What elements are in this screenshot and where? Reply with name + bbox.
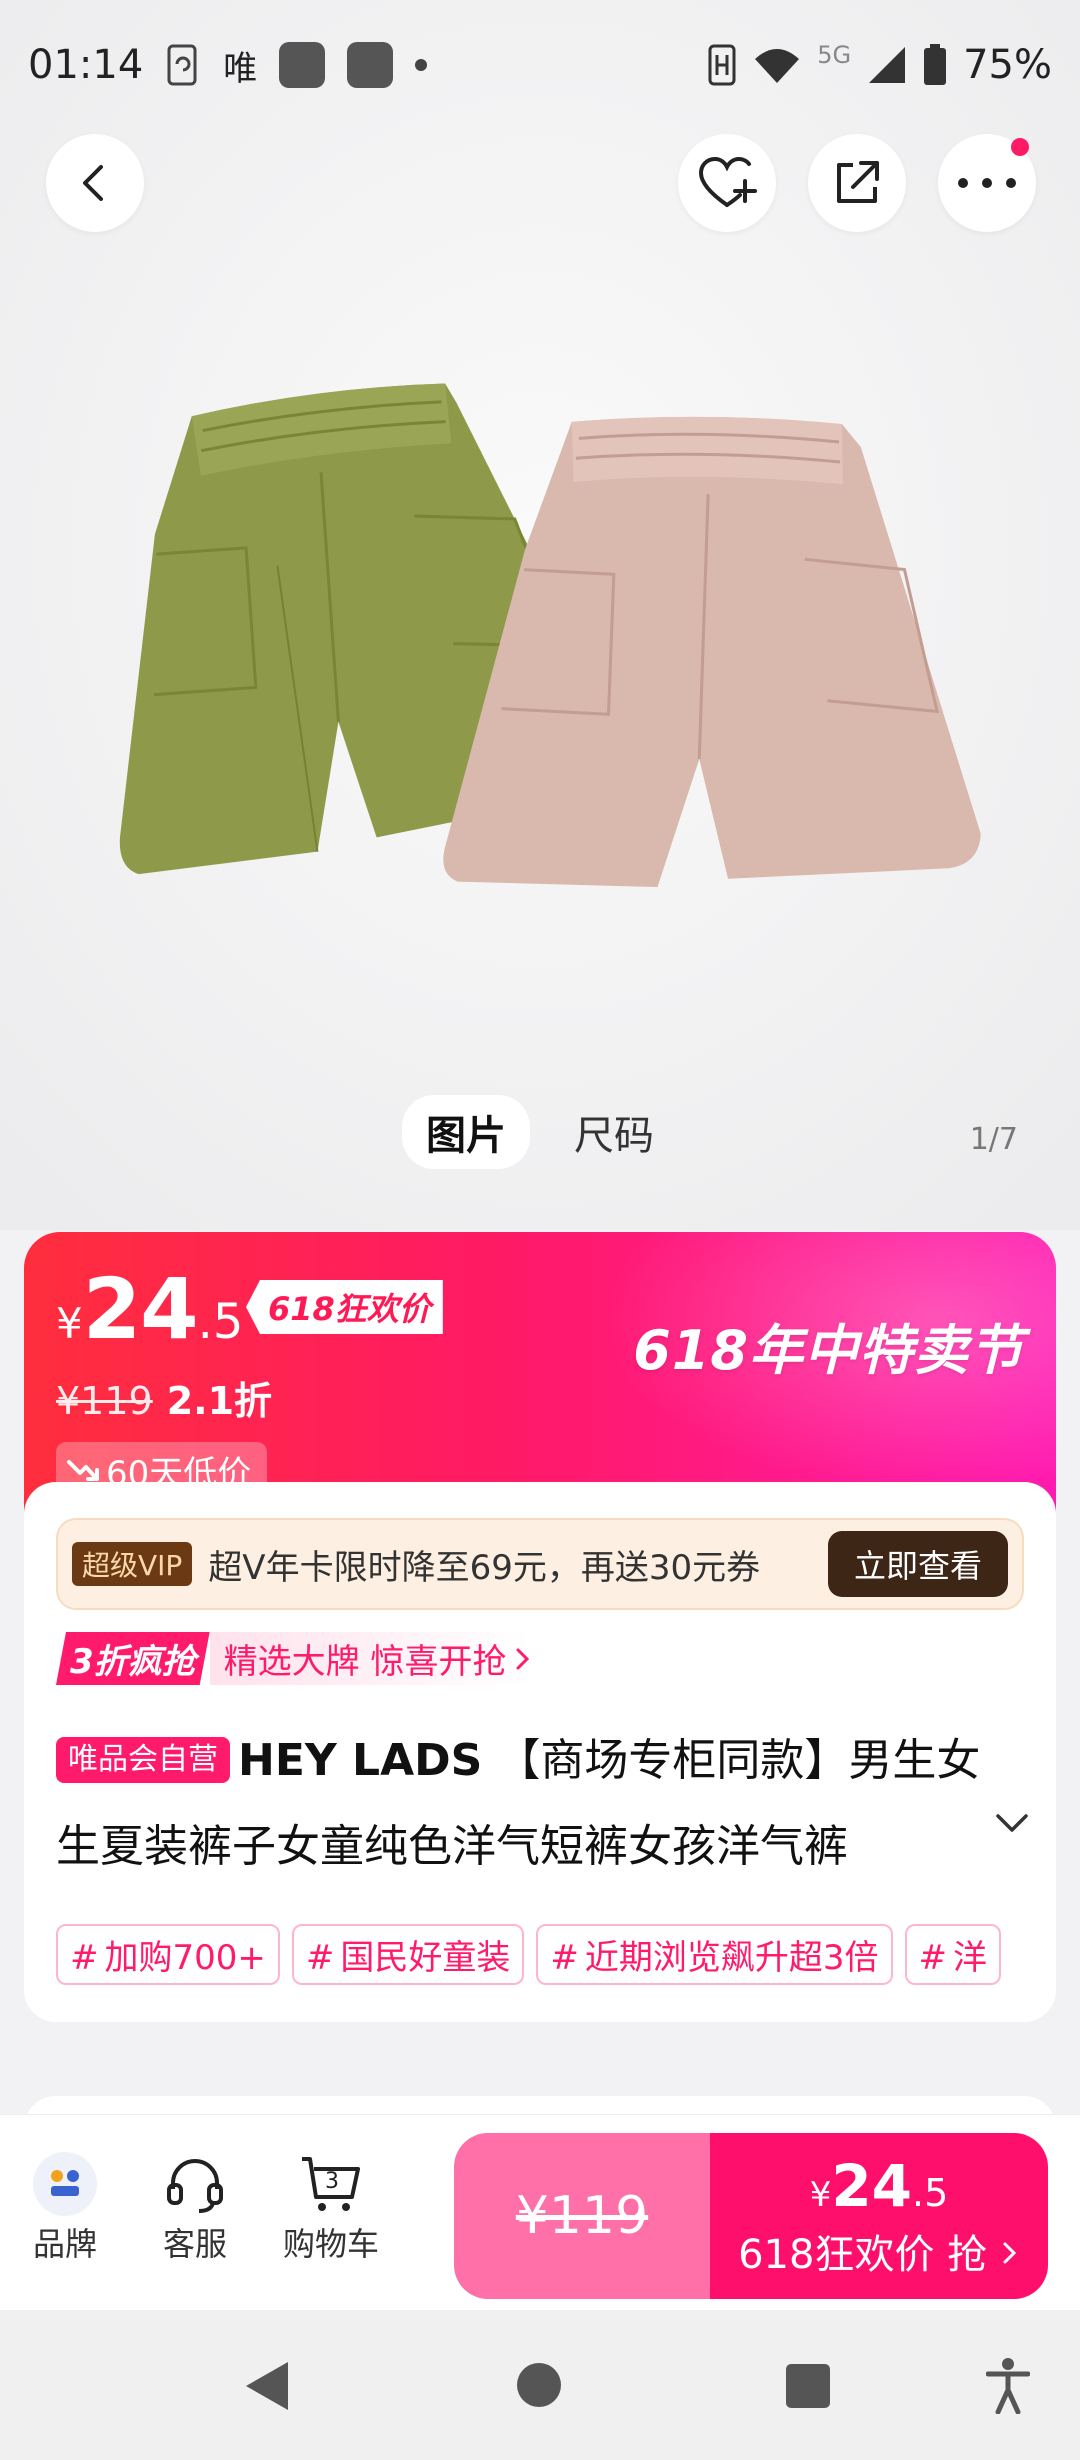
- clock: 01:14: [28, 42, 144, 88]
- tag-item[interactable]: # 加购700+: [56, 1924, 280, 1985]
- app-notification-icon: [279, 42, 326, 88]
- brand-name: HEY LADS: [238, 1735, 483, 1786]
- more-dots-icon: [958, 178, 1016, 188]
- brand-nav[interactable]: 品牌: [10, 2149, 120, 2265]
- flash-sale-tag: 3折疯抢: [56, 1632, 210, 1685]
- flash-sale-text: 精选大牌 惊喜开抢: [209, 1632, 531, 1685]
- nfc-icon: [708, 44, 736, 86]
- service-label: 客服: [162, 2225, 227, 2263]
- tag-item[interactable]: # 近期浏览飙升超3倍: [536, 1924, 893, 1985]
- tag-label: 加购700+: [104, 1938, 266, 1978]
- buy-price: ¥ 24 .5: [810, 2152, 949, 2220]
- heart-plus-icon: [698, 156, 757, 207]
- buy-cta-label: 618狂欢价 抢: [738, 2232, 988, 2278]
- bottom-original-price: ¥119: [515, 2186, 649, 2246]
- current-price: ¥ 24 .5: [56, 1260, 243, 1358]
- more-notifications-icon: [415, 59, 428, 71]
- discount-label: 2.1折: [166, 1379, 273, 1423]
- vip-promo-bar[interactable]: 超级VIP 超V年卡限时降至69元，再送30元券 立即查看: [56, 1518, 1024, 1610]
- tag-label: 国民好童装: [340, 1938, 511, 1978]
- app-notification-icon-2: [347, 42, 394, 88]
- price-banner: ¥ 24 .5 618狂欢价 ¥119 2.1折 60天低价 618年中特卖节: [24, 1232, 1056, 1522]
- notification-dot: [1011, 138, 1029, 156]
- back-triangle-icon[interactable]: [244, 2360, 290, 2412]
- self-operated-badge: 唯品会自营: [56, 1737, 230, 1783]
- buy-price-decimal: .5: [912, 2171, 949, 2215]
- buy-now-button[interactable]: ¥ 24 .5 618狂欢价 抢: [710, 2133, 1048, 2299]
- system-navigation-bar: [0, 2310, 1080, 2460]
- app-notification-label: 唯: [223, 48, 258, 89]
- product-gallery[interactable]: 图片 尺码 1/7: [0, 0, 1080, 1230]
- back-arrow-icon: [83, 165, 103, 201]
- buy-cta: 618狂欢价 抢: [738, 2222, 1020, 2280]
- currency-symbol: ¥: [56, 1299, 83, 1348]
- buy-price-integer: 24: [831, 2152, 913, 2220]
- product-image: [0, 0, 1080, 1230]
- trend-down-icon: [67, 1459, 99, 1481]
- vip-promo-text: 超V年卡限时降至69元，再送30元券: [208, 1547, 761, 1588]
- network-type: 5G: [817, 41, 852, 69]
- tag-item[interactable]: # 国民好童装: [291, 1924, 525, 1985]
- original-price-line: ¥119 2.1折: [56, 1370, 272, 1425]
- chevron-right-icon: [1003, 2242, 1017, 2264]
- original-price: ¥119: [56, 1379, 153, 1423]
- flash-sale-row[interactable]: 3折疯抢 精选大牌 惊喜开抢: [56, 1632, 534, 1685]
- chevron-right-icon: [516, 1648, 530, 1669]
- tag-item[interactable]: # 洋: [904, 1924, 1002, 1985]
- vip-view-button[interactable]: 立即查看: [827, 1531, 1008, 1597]
- buy-currency: ¥: [809, 2175, 832, 2215]
- product-info-card: 超级VIP 超V年卡限时降至69元，再送30元券 立即查看 3折疯抢 精选大牌 …: [24, 1482, 1056, 2022]
- signal-icon: [869, 47, 906, 83]
- home-circle-icon[interactable]: [516, 2362, 562, 2408]
- sync-phone-icon: [167, 44, 197, 86]
- brand-logo-icon: [33, 2152, 97, 2216]
- cart-count: 3: [325, 2169, 339, 2194]
- share-icon: [837, 161, 879, 203]
- vip-badge: 超级VIP: [72, 1542, 193, 1586]
- product-tags: # 加购700+ # 国民好童装 # 近期浏览飙升超3倍 # 洋: [56, 1924, 1036, 1985]
- tab-size[interactable]: 尺码: [550, 1095, 678, 1169]
- product-title-text: 唯品会自营 HEY LADS 【商场专柜同款】男生女生夏装裤子女童纯色洋气短裤女孩…: [56, 1718, 1016, 1890]
- favorite-button[interactable]: [678, 134, 776, 232]
- cart-nav[interactable]: 3 购物车: [276, 2149, 386, 2265]
- bottom-action-bar: 品牌 客服 3 购物车 ¥119 ¥ 24 .5 618狂欢价 抢: [0, 2114, 1080, 2310]
- headset-icon: [167, 2159, 223, 2213]
- battery-icon: [924, 44, 947, 85]
- brand-label: 品牌: [32, 2225, 97, 2263]
- image-counter: 1/7: [969, 1122, 1018, 1157]
- festival-title: 618年中特卖节: [633, 1319, 1024, 1382]
- cart-label: 购物车: [282, 2225, 379, 2263]
- price-integer: 24: [82, 1260, 199, 1358]
- price-decimal: .5: [197, 1294, 244, 1350]
- promo-price-tag: 618狂欢价: [246, 1280, 443, 1334]
- purchase-buttons: ¥119 ¥ 24 .5 618狂欢价 抢: [454, 2133, 1048, 2299]
- gallery-tabs: 图片 尺码: [402, 1095, 678, 1169]
- customer-service-nav[interactable]: 客服: [140, 2149, 250, 2265]
- share-button[interactable]: [808, 134, 906, 232]
- tab-images[interactable]: 图片: [402, 1095, 530, 1169]
- accessibility-icon[interactable]: [986, 2358, 1030, 2414]
- tag-label: 洋: [953, 1938, 988, 1978]
- expand-chevron-icon[interactable]: [990, 1800, 1034, 1844]
- original-price-button[interactable]: ¥119: [454, 2133, 710, 2299]
- product-title: 唯品会自营 HEY LADS 【商场专柜同款】男生女生夏装裤子女童纯色洋气短裤女孩…: [56, 1718, 1016, 1890]
- tag-label: 近期浏览飙升超3倍: [584, 1938, 879, 1978]
- status-bar: 01:14 唯 5G 75%: [0, 0, 1080, 130]
- wifi-icon: [755, 49, 800, 83]
- back-button[interactable]: [46, 134, 144, 232]
- battery-percent: 75%: [963, 42, 1052, 88]
- recents-square-icon[interactable]: [786, 2364, 830, 2408]
